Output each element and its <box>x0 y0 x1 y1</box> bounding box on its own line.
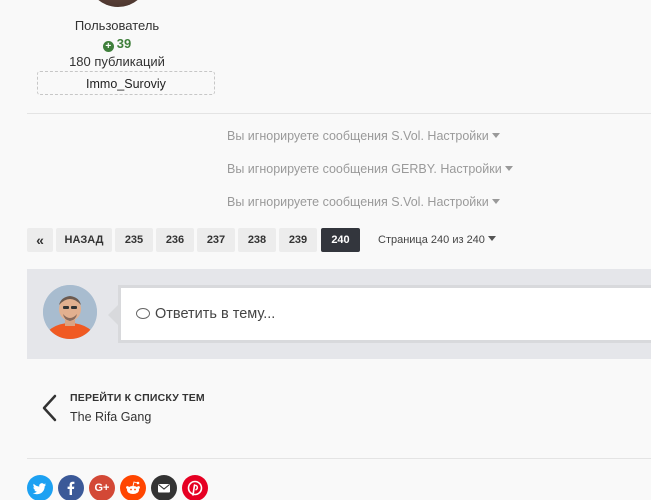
reply-placeholder-text: Ответить в тему... <box>155 306 276 322</box>
reply-editor-trigger[interactable]: Ответить в тему... <box>118 285 651 343</box>
page-240-button-current[interactable]: 240 <box>321 228 360 252</box>
reddit-icon <box>126 481 140 494</box>
pinterest-share-button[interactable] <box>182 475 208 500</box>
ignored-settings-link[interactable]: Настройки <box>427 195 500 209</box>
caret-down-icon <box>491 199 500 204</box>
twitter-icon <box>32 483 46 495</box>
caret-down-icon <box>487 236 496 241</box>
page-jump-dropdown[interactable]: Страница 240 из 240 <box>378 228 496 252</box>
caret-down-icon <box>504 166 513 171</box>
ignored-notice: Вы игнорируете сообщения GERBY. Настройк… <box>227 162 513 176</box>
chevron-left-icon <box>42 394 57 422</box>
google-plus-share-button[interactable]: G+ <box>89 475 115 500</box>
author-post-count: 180 публикаций <box>69 54 165 69</box>
envelope-icon <box>158 484 170 493</box>
reply-box-pointer <box>108 305 118 325</box>
divider <box>27 113 651 114</box>
ignored-notice: Вы игнорируете сообщения S.Vol. Настройк… <box>227 195 500 209</box>
author-card: Пользователь +39 180 публикаций Immo_Sur… <box>27 0 215 112</box>
goto-topic-list-link[interactable]: ПЕРЕЙТИ К СПИСКУ ТЕМ The Rifa Gang <box>40 390 340 430</box>
comment-icon <box>136 308 150 319</box>
twitter-share-button[interactable] <box>27 475 53 500</box>
ignored-settings-link[interactable]: Настройки <box>440 162 513 176</box>
caret-down-icon <box>491 133 500 138</box>
email-share-button[interactable] <box>151 475 177 500</box>
reddit-share-button[interactable] <box>120 475 146 500</box>
topic-page: Пользователь +39 180 публикаций Immo_Sur… <box>0 0 651 500</box>
page-237-button[interactable]: 237 <box>197 228 235 252</box>
ignored-settings-label: Настройки <box>427 129 489 143</box>
author-name-badge[interactable]: Immo_Suroviy <box>37 71 215 95</box>
ignored-notice-text: Вы игнорируете сообщения GERBY. <box>227 162 437 176</box>
forum-name: The Rifa Gang <box>70 410 152 424</box>
reply-placeholder: Ответить в тему... <box>136 288 275 340</box>
ignored-settings-label: Настройки <box>440 162 502 176</box>
google-plus-icon: G+ <box>94 482 110 494</box>
page-239-button[interactable]: 239 <box>279 228 317 252</box>
ignored-notice-text: Вы игнорируете сообщения S.Vol. <box>227 195 424 209</box>
ignored-settings-link[interactable]: Настройки <box>427 129 500 143</box>
author-role: Пользователь <box>74 18 160 33</box>
first-page-button[interactable]: « <box>27 228 53 252</box>
ignored-settings-label: Настройки <box>427 195 489 209</box>
page-238-button[interactable]: 238 <box>238 228 276 252</box>
ignored-notice: Вы игнорируете сообщения S.Vol. Настройк… <box>227 129 500 143</box>
ignored-notice-text: Вы игнорируете сообщения S.Vol. <box>227 129 424 143</box>
plus-circle-icon: + <box>102 41 114 52</box>
divider <box>27 458 651 459</box>
page-236-button[interactable]: 236 <box>156 228 194 252</box>
pinterest-icon <box>187 480 203 496</box>
prev-page-button[interactable]: НАЗАД <box>56 228 112 252</box>
author-reputation: +39 <box>27 36 207 52</box>
author-avatar[interactable] <box>87 0 149 7</box>
facebook-icon <box>67 481 75 495</box>
reputation-value: 39 <box>116 36 132 51</box>
user-avatar[interactable] <box>43 285 97 339</box>
facebook-share-button[interactable] <box>58 475 84 500</box>
page-info-label: Страница 240 из 240 <box>378 234 485 246</box>
goto-list-label: ПЕРЕЙТИ К СПИСКУ ТЕМ <box>70 392 205 404</box>
page-235-button[interactable]: 235 <box>115 228 153 252</box>
reply-area: Ответить в тему... <box>27 269 651 359</box>
